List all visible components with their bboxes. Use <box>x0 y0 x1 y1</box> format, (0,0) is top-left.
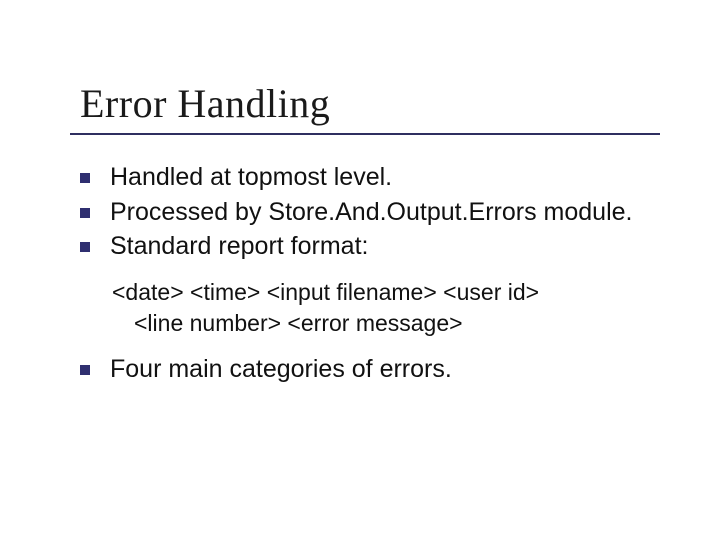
square-bullet-icon <box>80 242 90 252</box>
bullet-item: Four main categories of errors. <box>80 353 660 386</box>
report-format-block: <date> <time> <input filename> <user id>… <box>112 277 660 339</box>
title-underline-block: Error Handling <box>70 80 660 135</box>
square-bullet-icon <box>80 173 90 183</box>
bullet-text: Standard report format: <box>110 230 660 263</box>
square-bullet-icon <box>80 208 90 218</box>
bullet-text: Processed by Store.And.Output.Errors mod… <box>110 196 660 229</box>
report-format-line1: <date> <time> <input filename> <user id> <box>112 277 660 308</box>
report-format-line2: <line number> <error message> <box>134 308 660 339</box>
slide-title: Error Handling <box>80 80 660 127</box>
slide-body: Handled at topmost level. Processed by S… <box>80 161 660 385</box>
bullet-item: Processed by Store.And.Output.Errors mod… <box>80 196 660 229</box>
square-bullet-icon <box>80 365 90 375</box>
bullet-text: Handled at topmost level. <box>110 161 660 194</box>
bullet-item: Standard report format: <box>80 230 660 263</box>
bullet-item: Handled at topmost level. <box>80 161 660 194</box>
slide: Error Handling Handled at topmost level.… <box>0 0 720 540</box>
bullet-text: Four main categories of errors. <box>110 353 660 386</box>
